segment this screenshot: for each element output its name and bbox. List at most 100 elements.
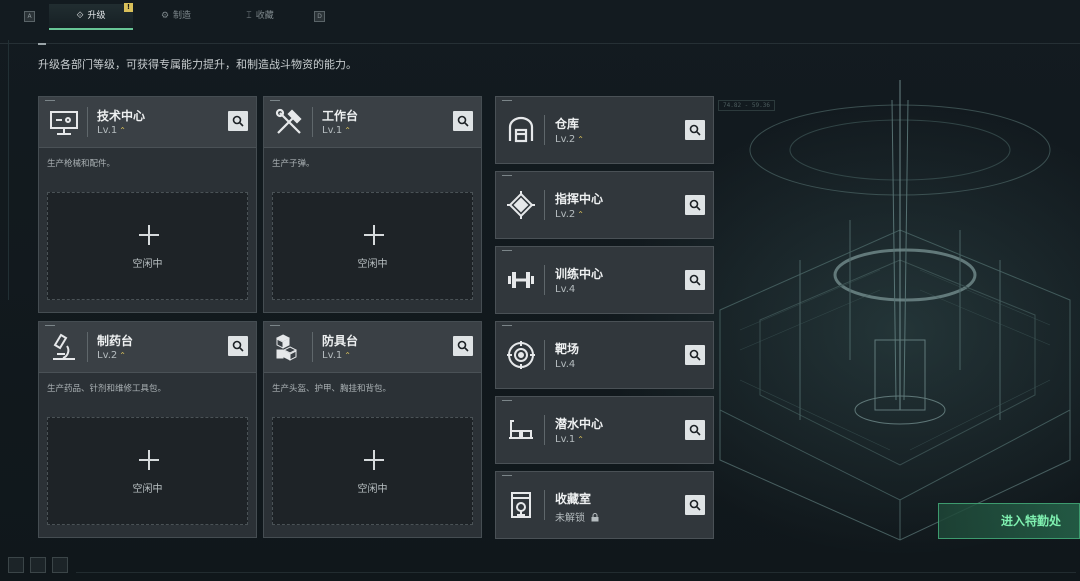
production-slot[interactable]: 空闲中 (47, 417, 248, 525)
corner-tick (502, 325, 512, 326)
facility-card-collection-room[interactable]: 收藏室 未解锁 (495, 471, 714, 539)
inspect-button[interactable] (685, 420, 705, 440)
icon-divider (312, 107, 313, 137)
corner-tick (45, 100, 55, 101)
icon-divider (544, 490, 545, 520)
inspect-button[interactable] (685, 120, 705, 140)
facility-description: 生产枪械和配件。 (47, 159, 116, 169)
icon-divider (544, 115, 545, 145)
dumbbell-icon (508, 272, 534, 288)
settings-icon[interactable] (52, 557, 68, 573)
facility-level: Lv.2 ⌃ (97, 350, 126, 361)
facility-card-command-center[interactable]: 指挥中心 Lv.2 ⌃ (495, 171, 714, 239)
upgrade-available-icon: ⌃ (119, 126, 126, 135)
target-icon (507, 341, 535, 369)
menu-icon[interactable] (8, 557, 24, 573)
level-text: Lv.4 (555, 284, 576, 295)
coordinate-readout: 74.82 - 59.36 (718, 100, 775, 111)
icon-divider (544, 190, 545, 220)
tab-upgrade-label: 升级 (87, 11, 106, 21)
card-header: 制药台 Lv.2 ⌃ (39, 322, 256, 373)
facility-name: 防具台 (322, 334, 359, 348)
facility-card-training-center[interactable]: 训练中心 Lv.4 (495, 246, 714, 314)
plus-icon (139, 225, 159, 245)
level-text: Lv.1 (555, 434, 576, 445)
enter-special-ops-button[interactable]: 进入特勤处 (938, 503, 1080, 539)
upgrade-available-icon: ⌃ (344, 351, 351, 360)
level-text: Lv.4 (555, 359, 576, 370)
facility-card-workbench[interactable]: 工作台 Lv.1 ⌃ 生产子弹。 空闲中 (263, 96, 482, 313)
facility-card-diving-center[interactable]: 潜水中心 Lv.1 ⌃ (495, 396, 714, 464)
diving-mask-icon (509, 420, 533, 439)
icon-divider (544, 415, 545, 445)
inspect-button[interactable] (685, 270, 705, 290)
production-slot[interactable]: 空闲中 (47, 192, 248, 300)
next-tab-key-hint[interactable]: D (314, 11, 325, 22)
facility-name: 靶场 (555, 342, 580, 356)
prev-tab-key-hint[interactable]: A (24, 11, 35, 22)
production-slot[interactable]: 空闲中 (272, 192, 473, 300)
facility-level: Lv.4 (555, 359, 575, 370)
facility-name: 工作台 (322, 109, 359, 123)
production-slot[interactable]: 空闲中 (272, 417, 473, 525)
card-header: 工作台 Lv.1 ⌃ (264, 97, 481, 148)
tools-icon (275, 108, 302, 134)
upgrade-icon: ⟐ (76, 11, 84, 21)
facility-level: Lv.1 ⌃ (97, 125, 126, 136)
corner-tick (45, 325, 55, 326)
search-icon (689, 499, 701, 511)
search-icon (232, 340, 244, 352)
facility-card-shooting-range[interactable]: 靶场 Lv.4 (495, 321, 714, 389)
facility-card-tech-center[interactable]: 技术中心 Lv.1 ⌃ 生产枪械和配件。 空闲中 (38, 96, 257, 313)
plus-icon (139, 450, 159, 470)
search-icon (689, 274, 701, 286)
facility-name: 仓库 (555, 117, 580, 131)
chip-icon (507, 191, 535, 219)
inspect-button[interactable] (453, 111, 473, 131)
level-text: Lv.2 (97, 350, 118, 361)
inspect-button[interactable] (228, 111, 248, 131)
tab-craft[interactable]: ⚙ 制造 (134, 4, 218, 28)
slot-status: 空闲中 (357, 484, 388, 495)
icon-divider (544, 340, 545, 370)
card-header: 防具台 Lv.1 ⌃ (264, 322, 481, 373)
corner-tick (270, 325, 280, 326)
corner-tick (502, 250, 512, 251)
facility-level: Lv.2 ⌃ (555, 134, 584, 145)
inspect-button[interactable] (685, 195, 705, 215)
facility-card-warehouse[interactable]: 仓库 Lv.2 ⌃ (495, 96, 714, 164)
facility-description: 生产药品、针剂和维修工具包。 (47, 384, 167, 394)
facility-name: 指挥中心 (555, 192, 604, 206)
facility-description: 生产头盔、护甲、胸挂和背包。 (272, 384, 392, 394)
facility-card-pharmacy[interactable]: 制药台 Lv.2 ⌃ 生产药品、针剂和维修工具包。 空闲中 (38, 321, 257, 538)
tab-collection[interactable]: ⌶ 收藏 (218, 4, 302, 28)
upgrade-available-icon: ⌃ (119, 351, 126, 360)
facility-card-armor-bench[interactable]: 防具台 Lv.1 ⌃ 生产头盔、护甲、胸挂和背包。 空闲中 (263, 321, 482, 538)
top-tab-bar: A ⟐ 升级 ! ⚙ 制造 ⌶ 收藏 D (0, 0, 1080, 32)
level-text: Lv.1 (97, 125, 118, 136)
upgrade-available-icon: ⌃ (577, 210, 584, 219)
upgrade-available-icon: ⌃ (344, 126, 351, 135)
tab-upgrade[interactable]: ⟐ 升级 (49, 4, 133, 30)
inspect-button[interactable] (228, 336, 248, 356)
corner-tick (502, 175, 512, 176)
inspect-button[interactable] (453, 336, 473, 356)
search-icon (689, 124, 701, 136)
inspect-button[interactable] (685, 495, 705, 515)
corner-tick (502, 400, 512, 401)
bottom-divider (76, 572, 1076, 573)
icon-divider (312, 332, 313, 362)
search-icon (457, 115, 469, 127)
upgrade-available-icon: ⌃ (577, 435, 584, 444)
facility-name: 收藏室 (555, 492, 592, 506)
warehouse-icon (508, 116, 534, 143)
inspect-button[interactable] (685, 345, 705, 365)
search-icon (232, 115, 244, 127)
slot-status: 空闲中 (132, 259, 163, 270)
armor-boxes-icon (275, 334, 298, 361)
facility-level: Lv.1 ⌃ (322, 350, 351, 361)
level-text: Lv.1 (322, 350, 343, 361)
map-icon[interactable] (30, 557, 46, 573)
search-icon (689, 349, 701, 361)
corner-tick (270, 100, 280, 101)
